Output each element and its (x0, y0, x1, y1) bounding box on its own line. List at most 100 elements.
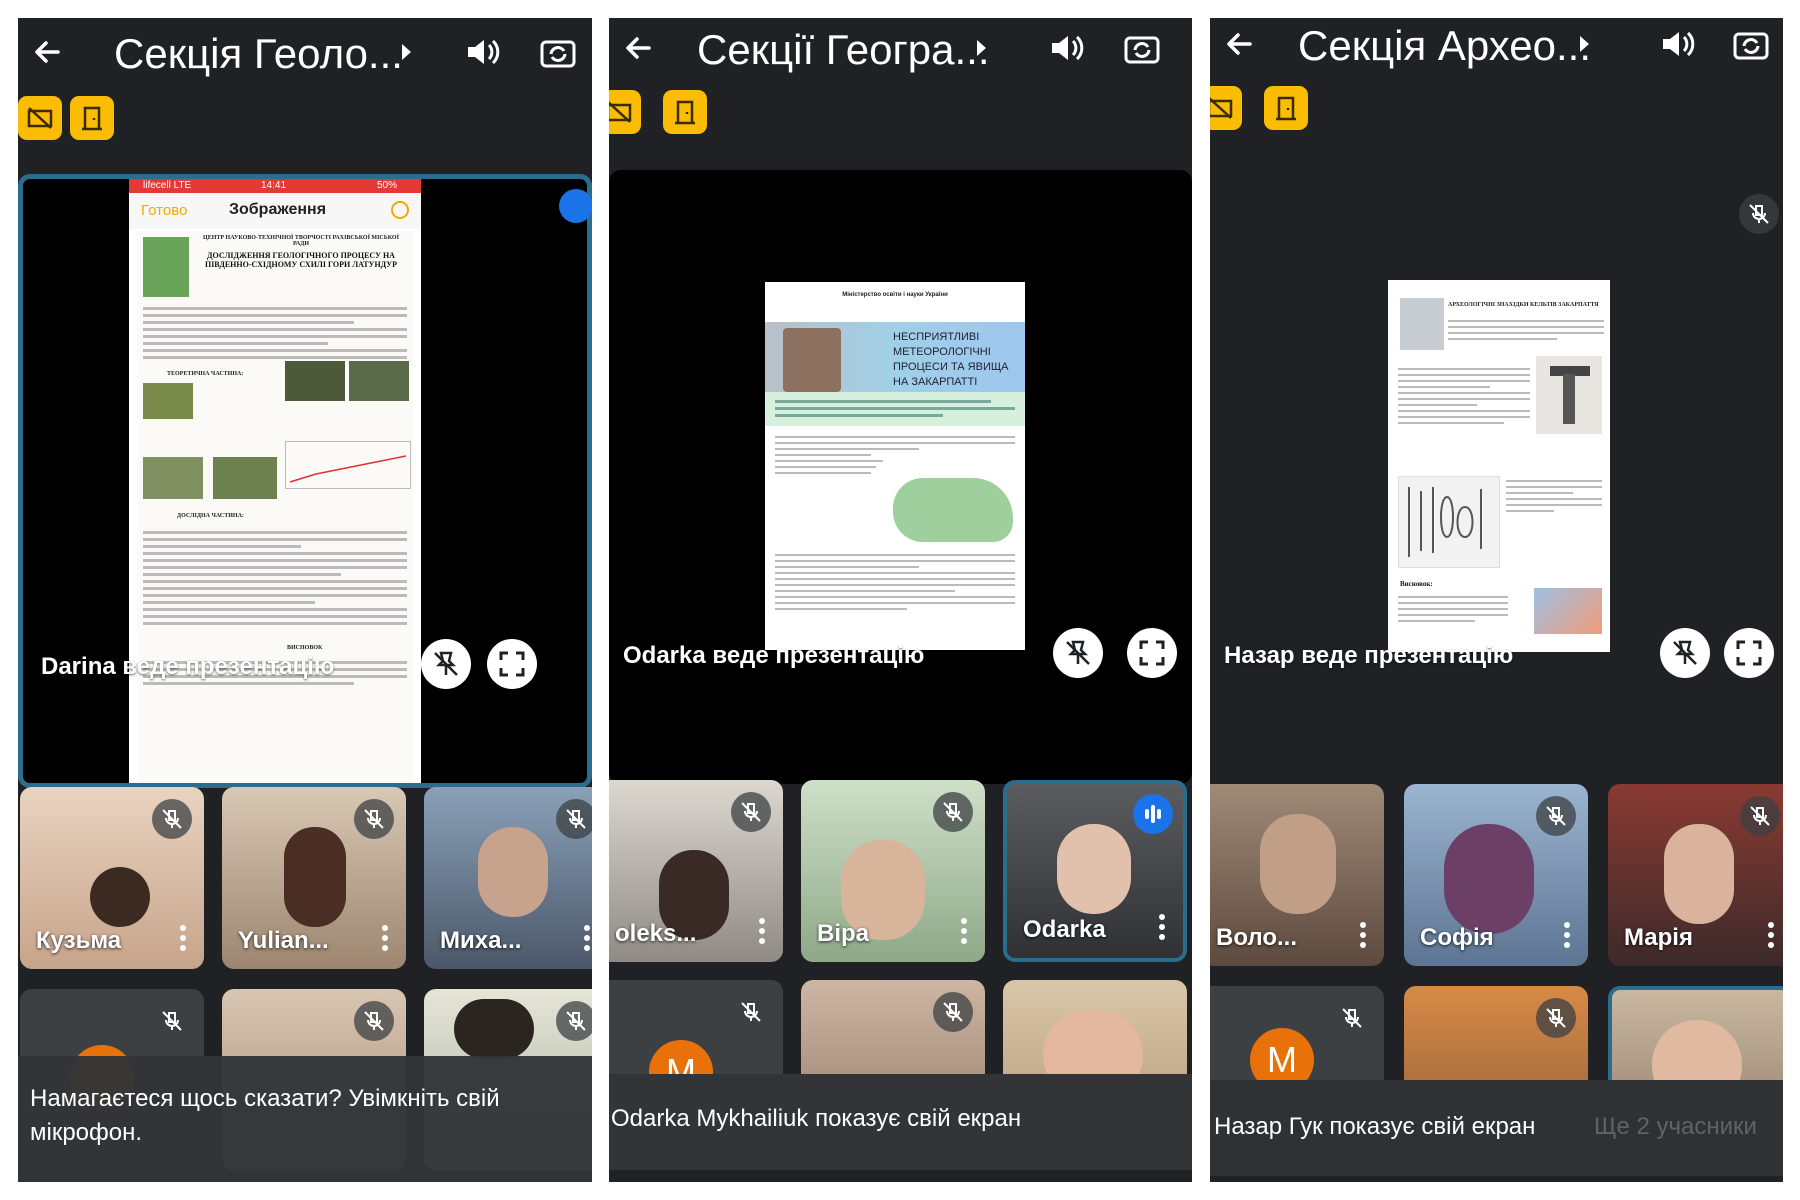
back-arrow-icon[interactable] (1220, 24, 1260, 64)
back-arrow-icon[interactable] (619, 28, 659, 68)
slide-banner: НЕСПРИЯТЛИВІ МЕТЕОРОЛОГІЧНІ ПРОЦЕСИ ТА Я… (765, 322, 1025, 392)
participant-name: Миха... (440, 927, 522, 954)
switch-camera-icon[interactable] (1731, 24, 1771, 64)
presenter-label: Darina веде презентацію (41, 653, 335, 680)
participant-tile[interactable]: oleks... (609, 780, 783, 962)
speaker-icon[interactable] (1657, 24, 1697, 64)
participant-name: Віра (817, 920, 870, 947)
fullscreen-button[interactable] (1127, 628, 1177, 678)
markup-icon[interactable] (391, 201, 409, 219)
mic-off-icon (933, 992, 973, 1032)
meeting-title[interactable]: Секції Геогра... (697, 26, 989, 74)
switch-camera-icon[interactable] (538, 32, 578, 72)
mic-off-icon (354, 1001, 394, 1041)
participant-tile[interactable]: Віра (801, 780, 985, 962)
presentation-stage: АРХЕОЛОГІЧНІ ЗНАХІДКИ КЕЛЬТІВ ЗАКАРПАТТЯ… (1210, 168, 1783, 782)
more-options-icon[interactable] (759, 918, 765, 944)
meeting-title[interactable]: Секція Геоло... (114, 30, 403, 78)
mic-off-icon (1536, 796, 1576, 836)
more-options-icon[interactable] (584, 925, 590, 951)
video-off-icon (27, 107, 53, 129)
more-options-icon[interactable] (1564, 922, 1570, 948)
meet-panel-geology: Секція Геоло... lifecell LTE 14:41 50% Г… (18, 18, 592, 1182)
meet-panel-geography: Секції Геогра... Міністерство освіти і н… (609, 18, 1192, 1182)
meeting-title[interactable]: Секція Архео... (1298, 22, 1591, 70)
door-icon (675, 100, 695, 125)
slide-title: НЕСПРИЯТЛИВІ МЕТЕОРОЛОГІЧНІ ПРОЦЕСИ ТА Я… (893, 331, 1009, 388)
slide-intro (1448, 316, 1604, 344)
speaker-icon[interactable] (462, 32, 502, 72)
poster-text-block (143, 303, 407, 363)
participant-tile[interactable]: Марія (1608, 784, 1783, 966)
artifacts-drawing (1398, 476, 1500, 568)
unpin-button[interactable] (1053, 628, 1103, 678)
room-chip[interactable] (663, 90, 707, 134)
unpin-button[interactable] (1660, 628, 1710, 678)
aerial-photo (285, 361, 345, 401)
presenter-label: Odarka веде презентацію (623, 642, 925, 669)
speaking-indicator-icon (559, 189, 592, 223)
fullscreen-button[interactable] (1724, 628, 1774, 678)
poster-org: ЦЕНТР НАУКОВО-ТЕХНІЧНОЇ ТВОРЧОСТІ РАХІВС… (203, 235, 399, 247)
more-options-icon[interactable] (961, 918, 967, 944)
screen-share-notice: Odarka Mykhailiuk показує свій екран (611, 1105, 1022, 1132)
fullscreen-button[interactable] (487, 639, 537, 689)
slide-conclusion-heading: Висновок: (1400, 580, 1433, 588)
unpin-icon (1673, 640, 1697, 665)
video-off-chip[interactable] (609, 90, 641, 134)
more-options-icon[interactable] (1159, 914, 1165, 940)
zakarpattia-map (893, 478, 1013, 542)
speaker-icon[interactable] (1046, 28, 1086, 68)
top-bar: Секція Геоло... (18, 18, 592, 86)
more-participants-label[interactable]: Ще 2 учасники (1594, 1110, 1757, 1144)
mic-off-icon (731, 792, 771, 832)
participant-tile[interactable]: Софія (1404, 784, 1588, 966)
video-off-chip[interactable] (18, 96, 62, 140)
mic-off-icon (152, 799, 192, 839)
slide-text (775, 432, 1015, 478)
fullscreen-icon (1736, 640, 1762, 666)
presenter-mic-off-icon (1739, 194, 1779, 234)
author-photo (1400, 298, 1444, 350)
done-button[interactable]: Готово (141, 202, 187, 219)
mountain-photo (143, 383, 193, 419)
mic-off-icon (731, 992, 771, 1032)
chevron-right-icon[interactable] (971, 36, 991, 60)
back-arrow-icon[interactable] (28, 32, 68, 72)
more-options-icon[interactable] (382, 925, 388, 951)
battery-text: 50% (377, 180, 398, 191)
participant-name: Yulian... (238, 927, 329, 954)
author-photo (143, 237, 189, 297)
more-options-icon[interactable] (180, 925, 186, 951)
presentation-stage: lifecell LTE 14:41 50% Готово Зображення… (18, 174, 592, 788)
video-off-chip[interactable] (1210, 86, 1242, 130)
shared-phone-screenshot: lifecell LTE 14:41 50% Готово Зображення… (129, 179, 421, 783)
chevron-right-icon[interactable] (396, 40, 416, 64)
slide-conclusion-text (1398, 592, 1508, 626)
participant-name: Марія (1624, 924, 1693, 951)
europe-map (1534, 588, 1602, 634)
axe-artifact-photo (1536, 356, 1602, 434)
participant-name: Софія (1420, 924, 1494, 951)
room-chip[interactable] (1264, 86, 1308, 130)
mic-off-icon (933, 792, 973, 832)
slope-photo-2 (213, 457, 277, 499)
unpin-button[interactable] (421, 639, 471, 689)
participant-tile[interactable]: Yulian... (222, 787, 406, 969)
fullscreen-icon (499, 651, 525, 677)
room-chip[interactable] (70, 96, 114, 140)
participant-tile[interactable]: Воло... (1210, 784, 1384, 966)
switch-camera-icon[interactable] (1122, 28, 1162, 68)
slide-text-2 (1506, 476, 1602, 516)
participant-tile-active[interactable]: Odarka (1003, 780, 1187, 962)
more-options-icon[interactable] (1768, 922, 1774, 948)
participant-tile[interactable]: Кузьма (20, 787, 204, 969)
slide-author-box (765, 392, 1025, 426)
mic-off-icon (1332, 998, 1372, 1038)
poster-section-research: ДОСЛІДНА ЧАСТИНА: (177, 513, 244, 519)
participant-tile[interactable]: Миха... (424, 787, 592, 969)
chevron-right-icon[interactable] (1574, 32, 1594, 56)
slide-text (1398, 364, 1530, 428)
more-options-icon[interactable] (1360, 922, 1366, 948)
clock-text: 14:41 (261, 180, 287, 191)
